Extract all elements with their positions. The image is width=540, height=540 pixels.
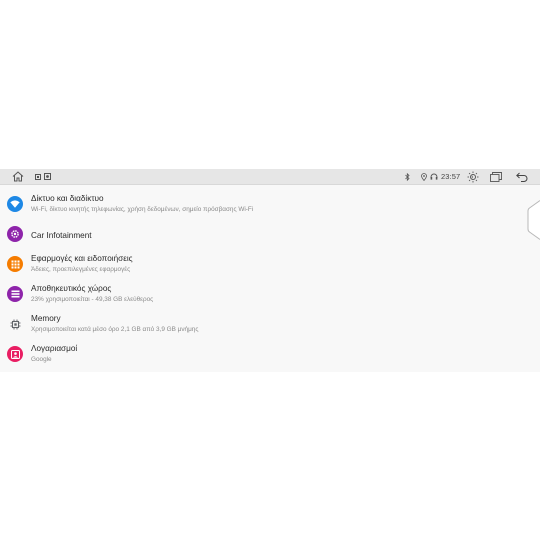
settings-item-storage[interactable]: Αποθηκευτικός χώρος 23% χρησιμοποιείται … xyxy=(0,281,520,311)
bluetooth-icon xyxy=(403,172,411,181)
settings-item-title: Car Infotainment xyxy=(31,231,92,240)
settings-item-title: Εφαρμογές και ειδοποιήσεις xyxy=(31,254,133,263)
notification-icon xyxy=(34,172,42,181)
location-icon xyxy=(420,172,428,181)
settings-item-title: Memory xyxy=(31,314,61,323)
headset-icon xyxy=(429,172,438,181)
wifi-icon xyxy=(7,196,23,212)
status-bar: 23:57 xyxy=(0,169,540,185)
settings-item-network[interactable]: Δίκτυο και διαδίκτυο Wi-Fi, δίκτυο κινητ… xyxy=(0,191,520,221)
settings-item-title: Λογαριασμοί xyxy=(31,344,78,353)
side-panel-handle[interactable] xyxy=(527,200,540,240)
home-icon[interactable] xyxy=(11,170,25,183)
settings-item-title: Αποθηκευτικός χώρος xyxy=(31,284,112,293)
apps-icon xyxy=(7,256,23,272)
settings-item-subtitle: 23% χρησιμοποιείται - 49,38 GB ελεύθερος xyxy=(31,296,154,303)
settings-item-title: Δίκτυο και διαδίκτυο xyxy=(31,194,104,203)
settings-item-subtitle: Άδειες, προεπιλεγμένες εφαρμογές xyxy=(31,266,131,273)
brightness-icon[interactable] xyxy=(466,170,480,183)
settings-item-memory[interactable]: Memory Χρησιμοποιείται κατά μέσο όρο 2,1… xyxy=(0,311,520,341)
back-icon[interactable] xyxy=(515,170,529,183)
media-icon xyxy=(43,172,52,181)
storage-icon xyxy=(7,286,23,302)
settings-item-subtitle: Google xyxy=(31,356,52,363)
settings-item-accounts[interactable]: Λογαριασμοί Google xyxy=(0,341,520,371)
recent-apps-icon[interactable] xyxy=(489,170,503,183)
car-settings-icon xyxy=(7,226,23,242)
settings-item-car-infotainment[interactable]: Car Infotainment xyxy=(0,221,520,251)
settings-item-apps[interactable]: Εφαρμογές και ειδοποιήσεις Άδειες, προεπ… xyxy=(0,251,520,281)
settings-item-subtitle: Χρησιμοποιείται κατά μέσο όρο 2,1 GB από… xyxy=(31,326,199,333)
status-time: 23:57 xyxy=(441,172,461,181)
android-settings-screen: 23:57 Δίκτυο και διαδίκτυο Wi-Fi, δίκτυο… xyxy=(0,169,540,372)
settings-item-subtitle: Wi-Fi, δίκτυο κινητής τηλεφωνίας, χρήση … xyxy=(31,206,254,213)
memory-icon xyxy=(7,316,23,332)
account-icon xyxy=(7,346,23,362)
